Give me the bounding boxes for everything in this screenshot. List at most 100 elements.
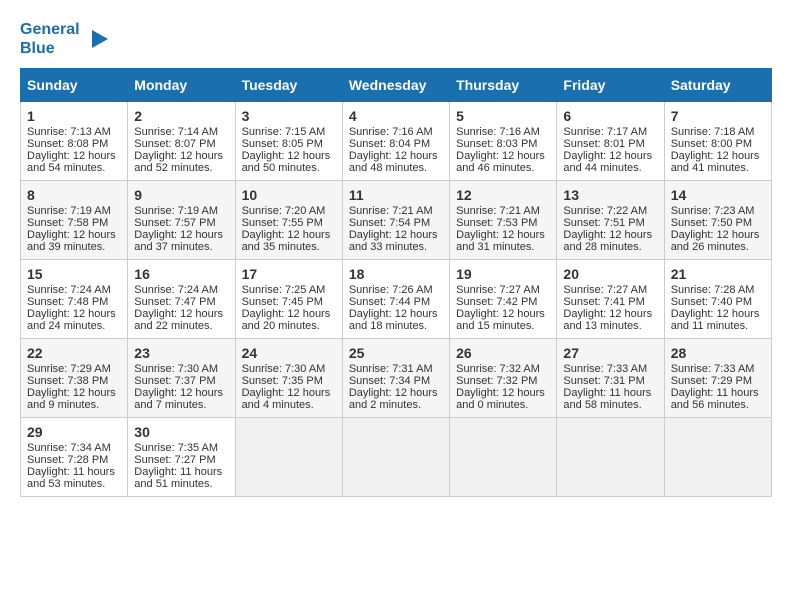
daylight: Daylight: 12 hours and 33 minutes. [349,229,438,253]
day-header-thursday: Thursday [450,69,557,102]
day-header-monday: Monday [128,69,235,102]
day-number: 30 [134,424,228,440]
day-number: 22 [27,345,121,361]
daylight: Daylight: 12 hours and 7 minutes. [134,387,223,411]
day-header-friday: Friday [557,69,664,102]
sunrise: Sunrise: 7:16 AM [349,126,433,138]
daylight: Daylight: 12 hours and 0 minutes. [456,387,545,411]
day-number: 18 [349,266,443,282]
calendar-table: SundayMondayTuesdayWednesdayThursdayFrid… [20,68,772,497]
sunset: Sunset: 8:00 PM [671,138,752,150]
sunset: Sunset: 7:41 PM [563,296,644,308]
sunrise: Sunrise: 7:30 AM [242,363,326,375]
day-number: 11 [349,187,443,203]
calendar-cell: 11Sunrise: 7:21 AMSunset: 7:54 PMDayligh… [342,181,449,260]
day-number: 6 [563,108,657,124]
daylight: Daylight: 12 hours and 18 minutes. [349,308,438,332]
day-number: 12 [456,187,550,203]
sunrise: Sunrise: 7:19 AM [134,205,218,217]
sunset: Sunset: 8:04 PM [349,138,430,150]
calendar-cell: 12Sunrise: 7:21 AMSunset: 7:53 PMDayligh… [450,181,557,260]
daylight: Daylight: 11 hours and 53 minutes. [27,466,115,490]
logo-line1: General [20,20,80,39]
sunrise: Sunrise: 7:32 AM [456,363,540,375]
sunrise: Sunrise: 7:17 AM [563,126,647,138]
day-number: 27 [563,345,657,361]
sunset: Sunset: 8:03 PM [456,138,537,150]
daylight: Daylight: 12 hours and 46 minutes. [456,150,545,174]
calendar-cell: 6Sunrise: 7:17 AMSunset: 8:01 PMDaylight… [557,102,664,181]
sunset: Sunset: 7:28 PM [27,454,108,466]
day-number: 25 [349,345,443,361]
sunset: Sunset: 7:27 PM [134,454,215,466]
day-number: 23 [134,345,228,361]
day-number: 16 [134,266,228,282]
daylight: Daylight: 12 hours and 4 minutes. [242,387,331,411]
sunset: Sunset: 7:50 PM [671,217,752,229]
sunrise: Sunrise: 7:13 AM [27,126,111,138]
calendar-cell: 20Sunrise: 7:27 AMSunset: 7:41 PMDayligh… [557,260,664,339]
sunset: Sunset: 8:05 PM [242,138,323,150]
day-number: 2 [134,108,228,124]
daylight: Daylight: 11 hours and 58 minutes. [563,387,651,411]
calendar-cell [664,418,771,497]
sunrise: Sunrise: 7:27 AM [563,284,647,296]
sunrise: Sunrise: 7:24 AM [134,284,218,296]
calendar-cell: 9Sunrise: 7:19 AMSunset: 7:57 PMDaylight… [128,181,235,260]
day-number: 26 [456,345,550,361]
sunset: Sunset: 7:54 PM [349,217,430,229]
logo-arrow-icon [84,24,114,54]
calendar-week-row: 15Sunrise: 7:24 AMSunset: 7:48 PMDayligh… [21,260,772,339]
day-number: 28 [671,345,765,361]
calendar-cell: 18Sunrise: 7:26 AMSunset: 7:44 PMDayligh… [342,260,449,339]
daylight: Daylight: 12 hours and 54 minutes. [27,150,116,174]
sunrise: Sunrise: 7:15 AM [242,126,326,138]
sunset: Sunset: 7:47 PM [134,296,215,308]
daylight: Daylight: 12 hours and 37 minutes. [134,229,223,253]
sunrise: Sunrise: 7:21 AM [456,205,540,217]
day-number: 20 [563,266,657,282]
daylight: Daylight: 12 hours and 50 minutes. [242,150,331,174]
calendar-cell: 26 Sunrise: 7:32 AMSunset: 7:32 PMDayligh… [450,339,557,418]
sunset: Sunset: 7:42 PM [456,296,537,308]
day-number: 1 [27,108,121,124]
sunset: Sunset: 7:57 PM [134,217,215,229]
sunrise: Sunrise: 7:33 AM [563,363,647,375]
calendar-cell: 16 Sunrise: 7:24 AMSunset: 7:47 PMDayligh… [128,260,235,339]
calendar-cell: 8Sunrise: 7:19 AMSunset: 7:58 PMDaylight… [21,181,128,260]
sunset: Sunset: 7:31 PM [563,375,644,387]
day-number: 10 [242,187,336,203]
sunrise: Sunrise: 7:23 AM [671,205,755,217]
calendar-cell: 21Sunrise: 7:28 AMSunset: 7:40 PMDayligh… [664,260,771,339]
calendar-week-row: 22 Sunrise: 7:29 AMSunset: 7:38 PM Dayligh… [21,339,772,418]
day-number: 4 [349,108,443,124]
sunset: Sunset: 7:48 PM [27,296,108,308]
daylight: Daylight: 12 hours and 24 minutes. [27,308,116,332]
sunrise: Sunrise: 7:19 AM [27,205,111,217]
calendar-cell: 25Sunrise: 7:31 AMSunset: 7:34 PMDayligh… [342,339,449,418]
daylight: Daylight: 12 hours and 26 minutes. [671,229,760,253]
calendar-cell: 28Sunrise: 7:33 AMSunset: 7:29 PMDayligh… [664,339,771,418]
day-number: 5 [456,108,550,124]
sunset: Sunset: 7:32 PM [456,375,537,387]
day-header-wednesday: Wednesday [342,69,449,102]
daylight: Daylight: 11 hours and 56 minutes. [671,387,759,411]
sunrise: Sunrise: 7:22 AM [563,205,647,217]
sunrise: Sunrise: 7:29 AM [27,363,111,375]
daylight: Daylight: 12 hours and 22 minutes. [134,308,223,332]
calendar-cell [235,418,342,497]
calendar-cell: 22Sunrise: 7:29 AMSunset: 7:38 PMDayligh… [21,339,128,418]
calendar-cell: 19Sunrise: 7:27 AMSunset: 7:42 PMDayligh… [450,260,557,339]
sunset: Sunset: 7:38 PM [27,375,108,387]
daylight: Daylight: 12 hours and 52 minutes. [134,150,223,174]
calendar-cell: 27 Sunrise: 7:33 AMSunset: 7:31 PMDayligh… [557,339,664,418]
sunrise: Sunrise: 7:33 AM [671,363,755,375]
daylight: Daylight: 12 hours and 35 minutes. [242,229,331,253]
sunset: Sunset: 7:40 PM [671,296,752,308]
day-number: 14 [671,187,765,203]
calendar-cell: 23Sunrise: 7:30 AMSunset: 7:37 PMDayligh… [128,339,235,418]
daylight: Daylight: 12 hours and 48 minutes. [349,150,438,174]
calendar-cell: 4 Sunrise: 7:16 AMSunset: 8:04 PMDaylight… [342,102,449,181]
day-number: 3 [242,108,336,124]
sunrise: Sunrise: 7:18 AM [671,126,755,138]
